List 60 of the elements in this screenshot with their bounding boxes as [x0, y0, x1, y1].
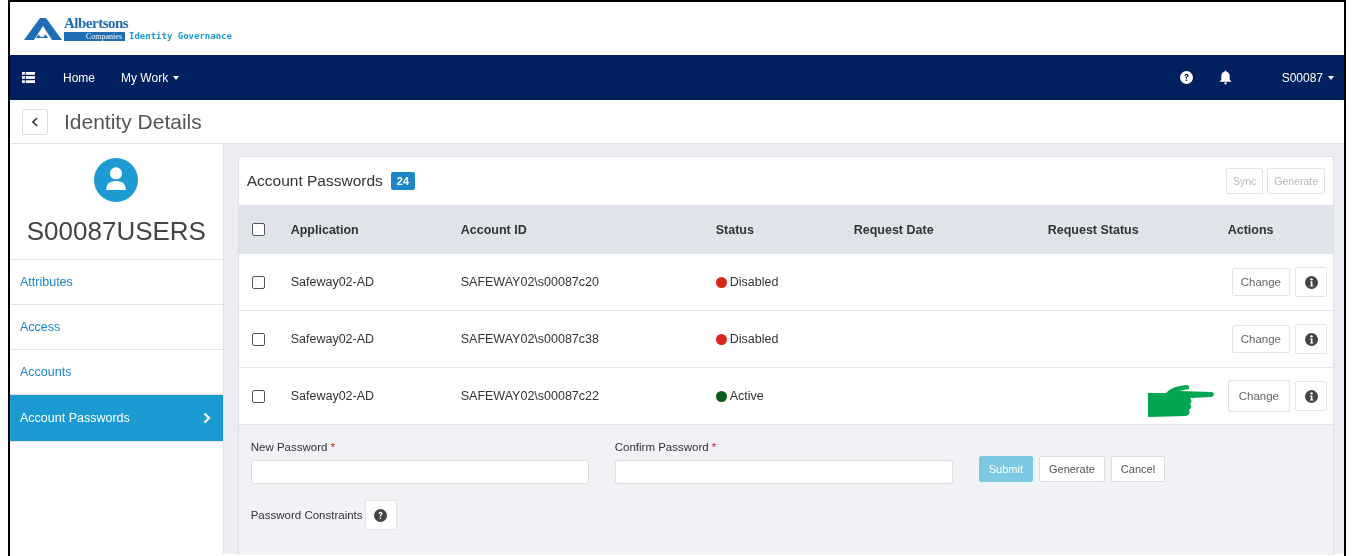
info-icon: [1304, 275, 1318, 289]
chevron-icon: [202, 412, 211, 424]
count-badge: 24: [390, 172, 416, 190]
back-icon: [32, 116, 38, 127]
form-button[interactable]: Generate: [1038, 456, 1105, 482]
table-cell: SAFEWAY02\s00087c20: [460, 275, 599, 289]
sidebar-item[interactable]: Account Passwords: [10, 395, 223, 442]
change-button[interactable]: Change: [1231, 325, 1290, 353]
info-icon: [1304, 389, 1318, 403]
panel-title: Account Passwords: [246, 172, 383, 190]
sidebar-item[interactable]: Access: [10, 305, 223, 350]
change-button[interactable]: Change: [1227, 380, 1290, 412]
required-mark: *: [711, 441, 717, 453]
nav-link[interactable]: Home: [63, 70, 95, 85]
user-avatar-icon: [94, 158, 139, 202]
menu-icon[interactable]: [22, 72, 35, 83]
bell-icon[interactable]: [1218, 70, 1232, 85]
logo-icon: [22, 15, 62, 42]
form-button[interactable]: Cancel: [1110, 456, 1166, 482]
help-icon[interactable]: [1179, 71, 1193, 84]
info-button[interactable]: [1295, 267, 1327, 297]
info-button[interactable]: [1295, 381, 1327, 411]
table-cell: SAFEWAY02\s00087c22: [460, 389, 599, 403]
brand-subtitle: Companies: [64, 31, 125, 41]
page-title: Identity Details: [64, 109, 202, 134]
back-button[interactable]: [22, 108, 48, 135]
field-label: Confirm Password: [614, 441, 709, 453]
column-header: Application: [290, 222, 359, 237]
table-cell: Safeway02-AD: [290, 332, 375, 346]
select-all-checkbox[interactable]: [251, 223, 265, 236]
product-name: Identity Governance: [129, 31, 232, 41]
status-text: Disabled: [729, 332, 779, 346]
info-button[interactable]: [1295, 324, 1327, 354]
row-checkbox[interactable]: [251, 332, 265, 346]
field-label: New Password: [250, 441, 328, 453]
column-header: Request Status: [1047, 222, 1139, 237]
info-icon: [1304, 332, 1318, 346]
status-text: Disabled: [729, 275, 779, 289]
help-icon: [374, 508, 388, 522]
column-header: Request Date: [853, 222, 934, 237]
column-header: Account ID: [460, 222, 527, 237]
column-header: Status: [715, 222, 754, 237]
brand-name: Albertsons: [64, 16, 129, 31]
help-button[interactable]: [364, 500, 397, 530]
table-cell: SAFEWAY02\s00087c38: [460, 332, 599, 346]
row-checkbox[interactable]: [251, 275, 265, 289]
required-mark: *: [330, 441, 335, 453]
identity-name: S00087USERS: [26, 216, 206, 247]
constraints-label: Password Constraints: [250, 509, 363, 521]
change-button[interactable]: Change: [1231, 268, 1290, 296]
user-menu[interactable]: S00087: [1281, 70, 1334, 85]
table-cell: Safeway02-AD: [290, 275, 375, 289]
sidebar-item[interactable]: Attributes: [10, 260, 223, 305]
password-field[interactable]: [614, 460, 953, 484]
password-field[interactable]: [250, 460, 589, 484]
column-header: Actions: [1227, 222, 1274, 237]
row-checkbox[interactable]: [251, 389, 265, 403]
nav-link[interactable]: My Work: [121, 70, 180, 85]
status-text: Active: [729, 389, 764, 403]
table-cell: Safeway02-AD: [290, 389, 375, 403]
